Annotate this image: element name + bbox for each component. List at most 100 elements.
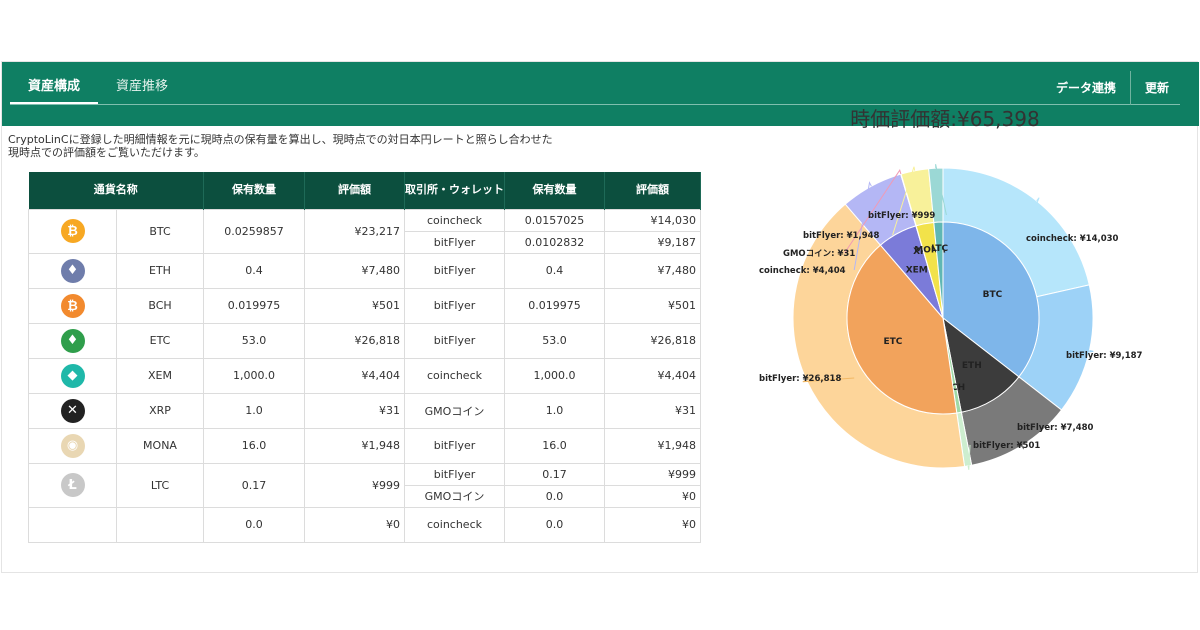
tab-asset-history[interactable]: 資産推移 bbox=[98, 62, 186, 105]
exchange-quantity: 0.0 bbox=[504, 484, 605, 508]
data-link-button[interactable]: データ連携 bbox=[1042, 70, 1130, 106]
exchange-quantity: 0.019975 bbox=[504, 287, 605, 324]
header-exchange: 取引所・ウォレット bbox=[404, 172, 505, 209]
exchange-quantity: 1,000.0 bbox=[504, 357, 605, 394]
exchange-value: ¥0 bbox=[604, 484, 701, 508]
outer-slice-label: GMOコイン: ¥31 bbox=[783, 249, 855, 259]
exchange-value: ¥999 bbox=[604, 462, 701, 486]
table-row: 0.0 ¥0 coincheck 0.0 ¥0 bbox=[28, 506, 701, 543]
ethereum-classic-icon: ♦ bbox=[60, 328, 85, 353]
coin-value: ¥23,217 bbox=[304, 208, 405, 254]
coin-name: XRP bbox=[116, 392, 204, 429]
coin-quantity: 0.0259857 bbox=[203, 208, 305, 254]
table-row: ◆ XEM 1,000.0 ¥4,404 coincheck 1,000.0 ¥4,404 bbox=[28, 357, 701, 394]
coin-name: BCH bbox=[116, 287, 204, 324]
inner-slice-label: LTC bbox=[931, 244, 948, 254]
coin-quantity: 0.019975 bbox=[203, 287, 305, 324]
inner-slice-label: ETH bbox=[962, 361, 982, 371]
coin-icon-cell: ◉ bbox=[28, 427, 117, 464]
table-row: ₿ BTC 0.0259857 ¥23,217 coincheck 0.0157025 ¥1… bbox=[28, 208, 701, 254]
coin-quantity: 1,000.0 bbox=[203, 357, 305, 394]
litecoin-icon: Ł bbox=[60, 473, 85, 497]
coin-name: BTC bbox=[116, 208, 204, 254]
exchange-quantity: 0.17 bbox=[504, 462, 605, 486]
tab-bar: 資産構成 資産推移 bbox=[10, 62, 186, 105]
coin-value: ¥4,404 bbox=[304, 357, 405, 394]
exchange-quantity: 1.0 bbox=[504, 392, 605, 429]
asset-pie-chart: BTCETHBCHETCXEMXRPMONALTCcoincheck: ¥14,… bbox=[759, 164, 1143, 470]
outer-slice-label: bitFlyer: ¥501 bbox=[973, 441, 1040, 451]
coin-name: LTC bbox=[116, 462, 204, 508]
coin-value: ¥7,480 bbox=[304, 252, 405, 289]
bitcoin-icon: ₿ bbox=[60, 219, 85, 243]
outer-slice-label: bitFlyer: ¥7,480 bbox=[1017, 423, 1094, 433]
exchange-value: ¥31 bbox=[604, 392, 701, 429]
chart-title: 時価評価額:¥65,398 bbox=[850, 107, 1040, 131]
exchange-name: bitFlyer bbox=[404, 287, 505, 324]
exchange-name: bitFlyer bbox=[404, 230, 505, 254]
header-currency: 通貨名称 bbox=[28, 172, 204, 209]
table-header-row: 通貨名称 保有数量 評価額 取引所・ウォレット 保有数量 評価額 bbox=[28, 172, 701, 209]
coin-value: ¥501 bbox=[304, 287, 405, 324]
exchange-name: bitFlyer bbox=[404, 252, 505, 289]
table-row: ♦ ETC 53.0 ¥26,818 bitFlyer 53.0 ¥26,818 bbox=[28, 322, 701, 359]
coin-name: ETH bbox=[116, 252, 204, 289]
exchange-value: ¥0 bbox=[604, 506, 701, 543]
header-value: 評価額 bbox=[304, 172, 405, 209]
coin-quantity: 0.17 bbox=[203, 462, 305, 508]
nem-icon: ◆ bbox=[60, 363, 85, 388]
exchange-value: ¥14,030 bbox=[604, 208, 701, 232]
coin-quantity: 0.0 bbox=[203, 506, 305, 543]
coin-name: ETC bbox=[116, 322, 204, 359]
coin-quantity: 0.4 bbox=[203, 252, 305, 289]
table-row: Ł LTC 0.17 ¥999 bitFlyer 0.17 ¥999 bbox=[28, 462, 701, 508]
coin-value: ¥1,948 bbox=[304, 427, 405, 464]
coin-icon-cell bbox=[28, 506, 117, 543]
outer-slice-label: bitFlyer: ¥1,948 bbox=[803, 231, 880, 241]
exchange-name: GMOコイン bbox=[404, 392, 505, 429]
inner-slice-label: XEM bbox=[906, 266, 928, 276]
coin-icon-cell: ♦ bbox=[28, 252, 117, 289]
coin-quantity: 16.0 bbox=[203, 427, 305, 464]
coin-icon-cell: ✕ bbox=[28, 392, 117, 429]
coin-value: ¥26,818 bbox=[304, 322, 405, 359]
exchange-name: coincheck bbox=[404, 506, 505, 543]
exchange-value: ¥1,948 bbox=[604, 427, 701, 464]
header-actions: データ連携 更新 bbox=[1042, 70, 1183, 106]
tab-asset-composition[interactable]: 資産構成 bbox=[10, 62, 99, 105]
outer-slice-label: bitFlyer: ¥26,818 bbox=[759, 374, 841, 384]
coin-icon-cell: ₿ bbox=[28, 287, 117, 324]
description-line-2: 現時点での評価額をご覧いただけます。 bbox=[8, 146, 205, 159]
monacoin-icon: ◉ bbox=[60, 433, 85, 458]
exchange-name: bitFlyer bbox=[404, 427, 505, 464]
exchange-name: bitFlyer bbox=[404, 462, 505, 486]
inner-slice-label: ETC bbox=[883, 337, 902, 347]
bitcoin-cash-icon: ₿ bbox=[60, 293, 85, 318]
exchange-name: coincheck bbox=[404, 357, 505, 394]
refresh-button[interactable]: 更新 bbox=[1131, 70, 1183, 106]
outer-slice-label: bitFlyer: ¥9,187 bbox=[1066, 351, 1143, 361]
description: CryptoLinCに登録した明細情報を元に現時点の保有量を算出し、現時点での対… bbox=[8, 133, 553, 159]
outer-slice-label: bitFlyer: ¥999 bbox=[868, 211, 935, 221]
exchange-quantity: 53.0 bbox=[504, 322, 605, 359]
outer-slice-label: coincheck: ¥14,030 bbox=[1026, 234, 1119, 244]
coin-value: ¥999 bbox=[304, 462, 405, 508]
ripple-icon: ✕ bbox=[60, 398, 85, 423]
coin-name bbox=[116, 506, 204, 543]
exchange-value: ¥26,818 bbox=[604, 322, 701, 359]
exchange-name: coincheck bbox=[404, 208, 505, 232]
header-exchange-quantity: 保有数量 bbox=[504, 172, 605, 209]
exchange-value: ¥7,480 bbox=[604, 252, 701, 289]
description-line-1: CryptoLinCに登録した明細情報を元に現時点の保有量を算出し、現時点での対… bbox=[8, 133, 553, 146]
exchange-name: bitFlyer bbox=[404, 322, 505, 359]
coin-quantity: 53.0 bbox=[203, 322, 305, 359]
exchange-name: GMOコイン bbox=[404, 484, 505, 508]
coin-quantity: 1.0 bbox=[203, 392, 305, 429]
exchange-value: ¥4,404 bbox=[604, 357, 701, 394]
coin-value: ¥0 bbox=[304, 506, 405, 543]
coin-icon-cell: Ł bbox=[28, 462, 117, 508]
coin-icon-cell: ₿ bbox=[28, 208, 117, 254]
exchange-value: ¥9,187 bbox=[604, 230, 701, 254]
exchange-quantity: 16.0 bbox=[504, 427, 605, 464]
inner-slice-label: BTC bbox=[983, 290, 1003, 300]
